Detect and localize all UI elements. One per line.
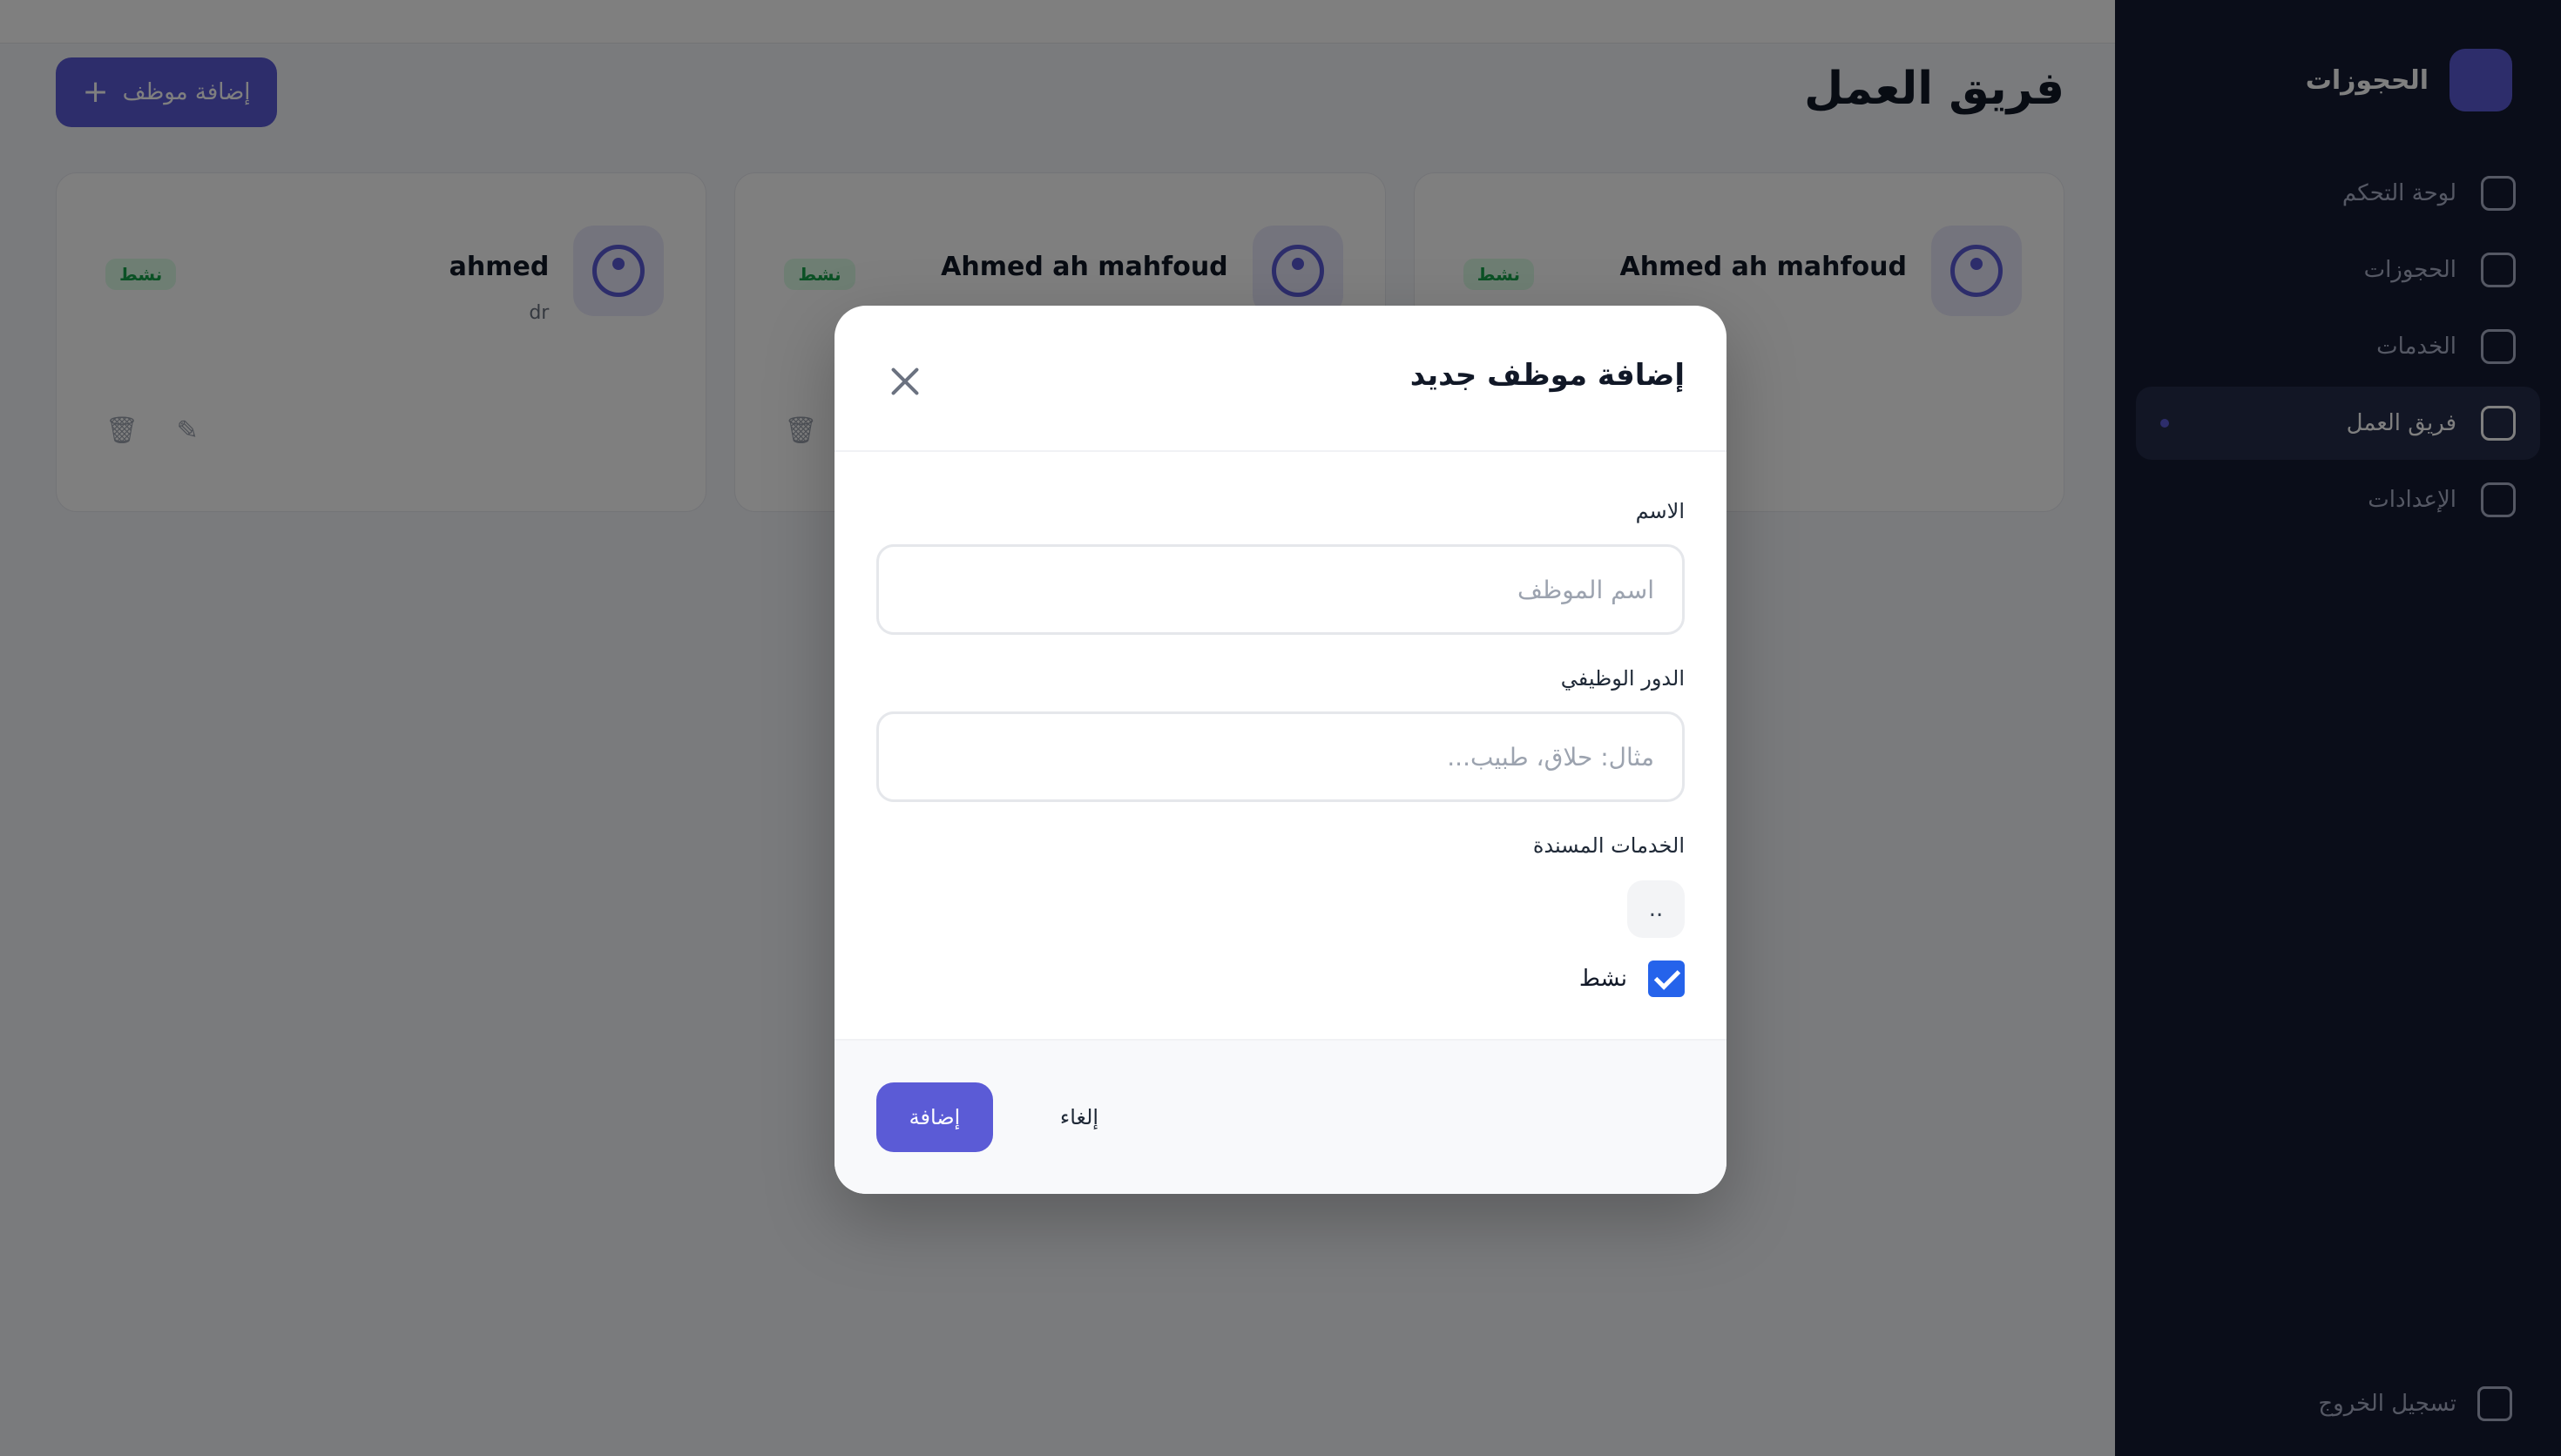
role-input[interactable] xyxy=(876,711,1685,802)
services-label: الخدمات المسندة xyxy=(1532,833,1685,858)
role-label: الدور الوظيفي xyxy=(1560,666,1685,691)
active-checkbox[interactable] xyxy=(1648,961,1685,997)
submit-button[interactable]: إضافة xyxy=(876,1082,993,1152)
modal-title: إضافة موظف جديد xyxy=(1409,358,1685,393)
name-input[interactable] xyxy=(876,544,1685,635)
modal-footer: إضافة إلغاء xyxy=(835,1039,1726,1194)
name-label: الاسم xyxy=(1635,499,1685,523)
active-label: نشط xyxy=(1578,966,1627,992)
modal-header: إضافة موظف جديد xyxy=(835,306,1726,452)
active-toggle-row: نشط xyxy=(1579,961,1685,997)
close-icon[interactable] xyxy=(889,365,922,398)
add-employee-modal: إضافة موظف جديد الاسم الدور الوظيفي الخد… xyxy=(835,306,1726,1194)
services-selector[interactable]: .. xyxy=(1627,880,1685,938)
cancel-button[interactable]: إلغاء xyxy=(1028,1082,1131,1152)
